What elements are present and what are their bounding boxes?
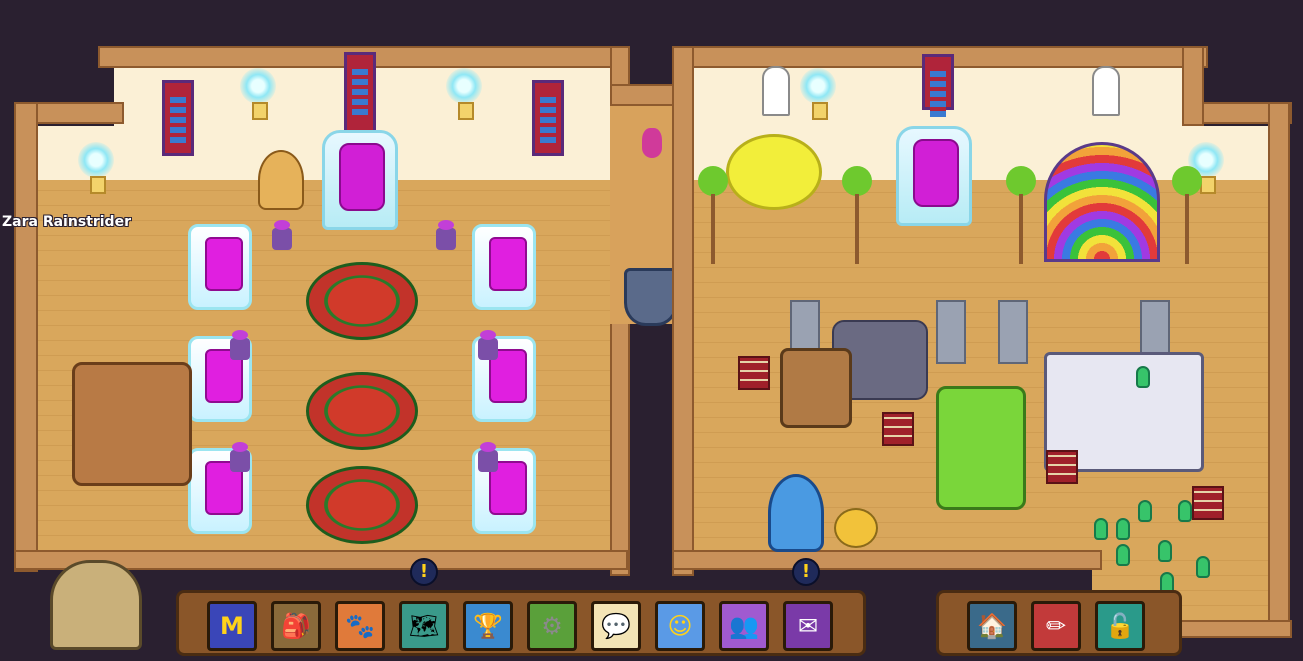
potted-flower — [436, 220, 456, 250]
house-icon: 🏠 — [977, 612, 1007, 640]
round-red-rug — [306, 372, 418, 450]
backpack-icon: 🎒 — [281, 612, 311, 640]
right-room-right-post — [1268, 102, 1290, 632]
arched-window — [1092, 66, 1120, 116]
house-unlock-icon: 🔓 — [1105, 612, 1135, 640]
house-edit-button[interactable]: ✏ — [1031, 601, 1081, 651]
green-minion-figure — [1138, 500, 1152, 522]
palm-tree — [842, 166, 872, 266]
potted-flower — [478, 442, 498, 472]
red-banner — [922, 54, 954, 117]
round-red-rug — [306, 466, 418, 544]
round-red-rug — [306, 262, 418, 340]
map-button[interactable]: 🗺 — [399, 601, 449, 651]
book-stack — [882, 412, 914, 446]
palm-tree — [1006, 166, 1036, 266]
crystal-chair[interactable] — [472, 224, 536, 310]
right-room-mid-post — [1182, 46, 1204, 126]
book-stack — [738, 356, 770, 390]
potted-flower — [478, 330, 498, 360]
alert-badge[interactable]: ! — [410, 558, 438, 586]
green-minion-figure — [1116, 518, 1130, 540]
red-banner — [532, 80, 564, 156]
yellow-plush-bed[interactable] — [726, 134, 822, 210]
left-room-left-post — [14, 102, 38, 572]
palm-tree — [698, 166, 728, 266]
green-minion-figure — [1094, 518, 1108, 540]
stone-statue-pillar — [936, 300, 966, 364]
carrot-bed[interactable] — [936, 386, 1026, 510]
shield-crest — [624, 268, 678, 326]
potted-flower — [230, 330, 250, 360]
trophy-icon: 🏆 — [473, 612, 503, 640]
house-toolbar: 🏠 ✏ 🔓 — [936, 590, 1182, 656]
chat-button[interactable]: 💬 — [591, 601, 641, 651]
yellow-pet-companion[interactable] — [834, 508, 878, 548]
green-minion-figure — [1116, 544, 1130, 566]
coiled-snake-statue — [258, 150, 304, 210]
green-minion-figure — [1136, 366, 1150, 388]
wooden-throne-chair[interactable] — [780, 348, 852, 428]
book-stack — [1192, 486, 1224, 520]
green-minion-figure — [1158, 540, 1172, 562]
mail-button[interactable]: ✉ — [783, 601, 833, 651]
blue-flame-torch — [800, 68, 836, 120]
blue-flame-torch — [240, 68, 276, 120]
blue-rocket — [768, 474, 824, 552]
pink-vase — [642, 128, 662, 158]
green-minion-figure — [1196, 556, 1210, 578]
potted-flower — [272, 220, 292, 250]
membership-button[interactable]: M — [207, 601, 257, 651]
settings-button[interactable]: ⚙ — [527, 601, 577, 651]
achievements-button[interactable]: 🏆 — [463, 601, 513, 651]
wooden-catapult — [72, 362, 192, 486]
backpack-button[interactable]: 🎒 — [271, 601, 321, 651]
book-stack — [1046, 450, 1078, 484]
red-banner — [162, 80, 194, 156]
house-home-button[interactable]: 🏠 — [967, 601, 1017, 651]
red-banner — [344, 52, 376, 140]
right-room-bottom-beam — [672, 550, 1102, 570]
house-edit-pencil-icon: ✏ — [1045, 612, 1067, 640]
green-minion-figure — [1178, 500, 1192, 522]
speech-bubble-icon: 💬 — [601, 612, 631, 640]
emotes-button[interactable]: ☺ — [655, 601, 705, 651]
blue-flame-torch — [446, 68, 482, 120]
alert-badge[interactable]: ! — [792, 558, 820, 586]
palm-tree — [1172, 166, 1202, 266]
crystal-throne[interactable] — [896, 126, 972, 226]
crystal-chair[interactable] — [188, 224, 252, 310]
membership-m-icon: M — [220, 612, 244, 640]
main-toolbar: M 🎒 🐾 🗺 🏆 ⚙ 💬 ☺ 👥 ✉ — [176, 590, 866, 656]
arched-window — [762, 66, 790, 116]
envelope-icon: ✉ — [797, 612, 819, 640]
gear-icon: ⚙ — [541, 612, 563, 640]
map-scroll-icon: 🗺 — [408, 612, 440, 640]
house-visit-button[interactable]: 🔓 — [1095, 601, 1145, 651]
blue-flame-torch — [78, 142, 114, 194]
friends-button[interactable]: 👥 — [719, 601, 769, 651]
friends-icon: 👥 — [729, 612, 759, 640]
fountain-doorway — [50, 560, 142, 650]
player-name-tag[interactable]: Zara Rainstrider — [2, 214, 131, 230]
potted-flower — [230, 442, 250, 472]
crystal-throne[interactable] — [322, 130, 398, 230]
stone-statue-pillar — [998, 300, 1028, 364]
right-room-left-post — [672, 46, 694, 576]
emotes-faces-icon: ☺ — [667, 612, 693, 640]
paw-icon: 🐾 — [345, 612, 375, 640]
right-room — [672, 30, 1292, 640]
pets-button[interactable]: 🐾 — [335, 601, 385, 651]
rainbow-arch — [1044, 142, 1160, 262]
